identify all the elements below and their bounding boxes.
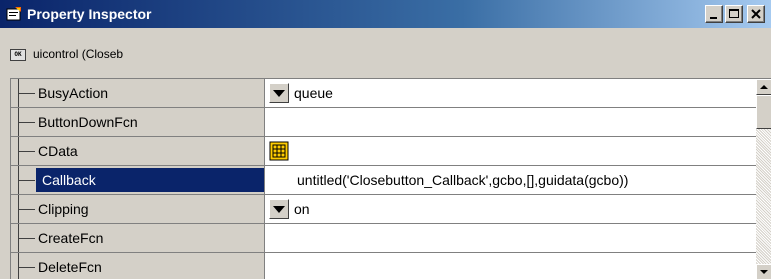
- property-name-cell: DeleteFcn: [11, 253, 265, 279]
- grid-editor-button[interactable]: [269, 141, 289, 161]
- close-icon: [751, 9, 761, 19]
- dropdown-arrow-icon: [273, 206, 285, 213]
- property-name: ButtonDownFcn: [38, 114, 138, 130]
- maximize-button[interactable]: [725, 5, 743, 23]
- grid-icon: [269, 141, 289, 161]
- scroll-thumb[interactable]: [756, 95, 771, 129]
- dropdown-arrow-icon: [273, 90, 285, 97]
- property-row-callback[interactable]: Callback untitled('Closebutton_Callback'…: [11, 166, 756, 194]
- property-row-busyaction[interactable]: BusyAction queue: [11, 79, 756, 107]
- property-value-cell[interactable]: on: [265, 195, 756, 223]
- tree-branch: [19, 93, 35, 94]
- property-value: untitled('Closebutton_Callback',gcbo,[],…: [297, 172, 629, 188]
- tree-branch: [19, 238, 35, 239]
- property-name-cell: CData: [11, 137, 265, 165]
- title-bar[interactable]: Property Inspector: [0, 0, 771, 28]
- property-value: queue: [294, 85, 333, 101]
- tree-branch: [19, 180, 35, 181]
- uicontrol-icon: OK: [10, 49, 26, 61]
- property-value: on: [294, 201, 310, 217]
- property-inspector-icon: [6, 6, 22, 22]
- property-name-cell: BusyAction: [11, 79, 265, 107]
- property-value-cell[interactable]: [265, 137, 756, 165]
- close-button[interactable]: [747, 5, 765, 23]
- tree-branch: [19, 267, 35, 268]
- minimize-icon: [710, 17, 717, 19]
- property-value-cell[interactable]: [265, 253, 756, 279]
- object-label[interactable]: uicontrol (Closeb: [33, 46, 123, 62]
- property-row-clipping[interactable]: Clipping on: [11, 195, 756, 223]
- minimize-button[interactable]: [705, 5, 723, 23]
- property-name: BusyAction: [38, 85, 109, 101]
- property-row-cdata[interactable]: CData: [11, 137, 756, 165]
- property-name-cell: CreateFcn: [11, 224, 265, 252]
- scroll-down-button[interactable]: [756, 264, 771, 279]
- property-row-createfcn[interactable]: CreateFcn: [11, 224, 756, 252]
- property-name: DeleteFcn: [38, 259, 102, 275]
- scroll-up-button[interactable]: [756, 79, 771, 95]
- property-value-cell[interactable]: untitled('Closebutton_Callback',gcbo,[],…: [265, 166, 756, 194]
- property-name-cell: Clipping: [11, 195, 265, 223]
- property-value-cell[interactable]: [265, 108, 756, 136]
- property-name: Clipping: [38, 201, 89, 217]
- scroll-down-icon: [760, 270, 768, 274]
- property-name: CreateFcn: [38, 230, 104, 246]
- tree-branch: [19, 209, 35, 210]
- vertical-scrollbar[interactable]: [756, 79, 771, 279]
- column-splitter[interactable]: [264, 79, 265, 279]
- property-name: Callback: [42, 172, 96, 188]
- tree-branch: [19, 151, 35, 152]
- property-row-deletefcn[interactable]: DeleteFcn: [11, 253, 756, 279]
- window-title: Property Inspector: [27, 6, 152, 22]
- tree-branch: [19, 122, 35, 123]
- property-name-cell: ButtonDownFcn: [11, 108, 265, 136]
- property-name: CData: [38, 143, 78, 159]
- property-value-cell[interactable]: queue: [265, 79, 756, 107]
- maximize-icon: [729, 9, 739, 18]
- property-value-cell[interactable]: [265, 224, 756, 252]
- dropdown-button[interactable]: [269, 83, 289, 103]
- tree-line: [18, 253, 19, 279]
- dropdown-button[interactable]: [269, 199, 289, 219]
- property-row-buttondownfcn[interactable]: ButtonDownFcn: [11, 108, 756, 136]
- property-name-cell: Callback: [11, 166, 265, 194]
- scroll-up-icon: [760, 85, 768, 89]
- property-grid: BusyAction queue ButtonDownFcn CData Cal…: [10, 78, 771, 279]
